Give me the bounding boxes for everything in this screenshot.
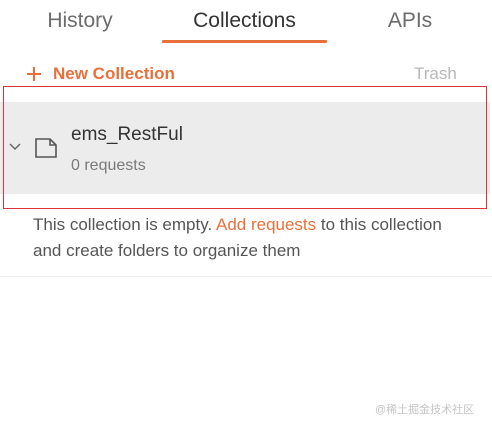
empty-collection-message: This collection is empty. Add requests t… bbox=[33, 212, 453, 264]
folder-icon bbox=[35, 138, 57, 158]
collections-toolbar: New Collection Trash bbox=[0, 58, 492, 88]
collection-request-count: 0 requests bbox=[71, 157, 146, 174]
tab-apis[interactable]: APIs bbox=[382, 6, 438, 38]
add-requests-link[interactable]: Add requests bbox=[216, 215, 316, 234]
active-tab-indicator bbox=[162, 40, 327, 43]
watermark: @稀土掘金技术社区 bbox=[375, 404, 475, 416]
divider bbox=[0, 276, 492, 277]
trash-button[interactable]: Trash bbox=[414, 62, 457, 86]
tab-history[interactable]: History bbox=[40, 6, 120, 38]
collection-name[interactable]: ems_RestFul bbox=[71, 122, 183, 148]
new-collection-button[interactable]: New Collection bbox=[27, 62, 175, 86]
collection-item[interactable] bbox=[0, 102, 490, 194]
tab-bar: History Collections APIs bbox=[0, 0, 492, 46]
plus-icon bbox=[27, 67, 41, 81]
empty-text-before: This collection is empty. bbox=[33, 215, 216, 234]
new-collection-label: New Collection bbox=[53, 64, 175, 83]
tab-collections[interactable]: Collections bbox=[168, 6, 321, 38]
chevron-down-icon[interactable] bbox=[9, 143, 21, 151]
